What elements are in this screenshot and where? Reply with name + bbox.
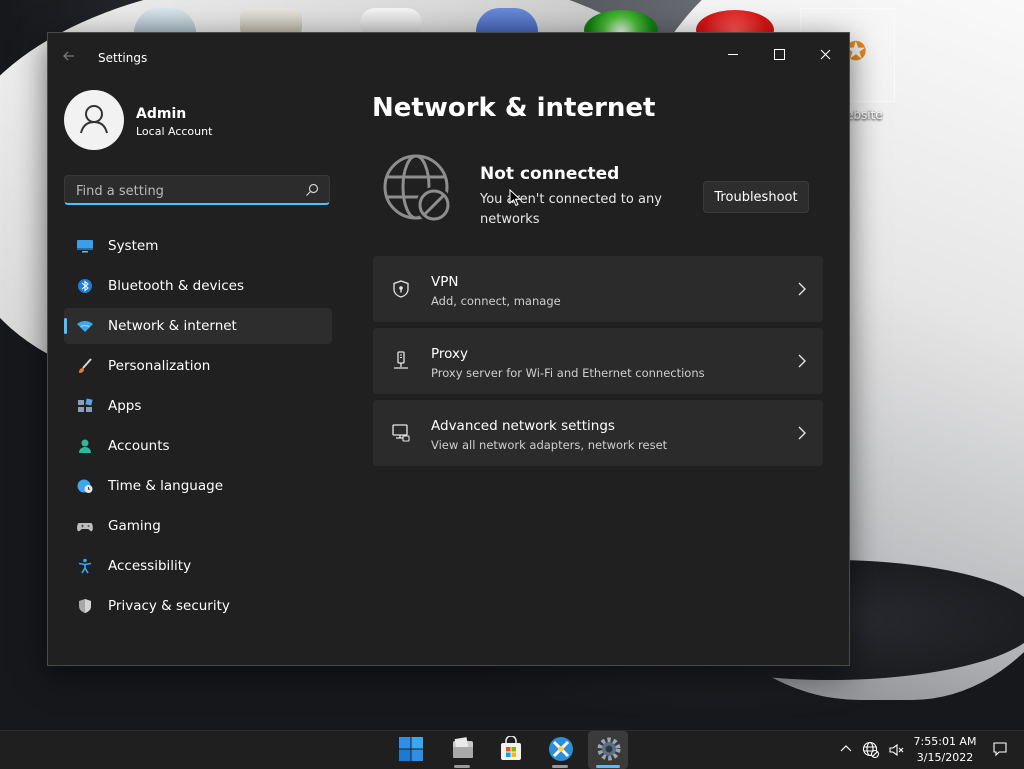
shield-icon bbox=[79, 599, 91, 613]
taskbar-file-explorer[interactable] bbox=[442, 731, 482, 769]
maximize-icon bbox=[773, 49, 785, 60]
wifi-icon bbox=[77, 321, 93, 332]
accessibility-icon bbox=[78, 558, 92, 574]
close-button[interactable] bbox=[802, 39, 848, 71]
speaker-muted-icon[interactable] bbox=[888, 742, 906, 758]
maximize-button[interactable] bbox=[756, 39, 802, 71]
sidebar-item-system[interactable]: System bbox=[64, 228, 332, 264]
back-button[interactable] bbox=[62, 49, 82, 65]
gear-icon bbox=[597, 737, 621, 761]
sidebar-item-label: Bluetooth & devices bbox=[108, 278, 245, 294]
search-box[interactable] bbox=[64, 175, 330, 205]
settings-window: Settings Admin Local Account Find a sett… bbox=[47, 32, 850, 666]
paintbrush-icon bbox=[79, 358, 92, 373]
globe-disconnected-icon bbox=[383, 154, 452, 223]
taskbar-app[interactable] bbox=[540, 731, 580, 769]
vpn-shield-icon bbox=[393, 280, 409, 298]
account-type: Local Account bbox=[136, 125, 213, 138]
globe-clock-icon bbox=[77, 479, 93, 493]
sidebar-item-label: Network & internet bbox=[108, 318, 237, 334]
chevron-up-icon[interactable] bbox=[840, 743, 852, 753]
sidebar-item-accounts[interactable]: Accounts bbox=[64, 428, 332, 464]
sidebar-item-label: Accounts bbox=[108, 438, 170, 454]
network-monitor-icon bbox=[392, 424, 410, 442]
card-title: Advanced network settings bbox=[431, 418, 615, 434]
sidebar-item-bluetooth[interactable]: Bluetooth & devices bbox=[64, 268, 332, 304]
sidebar-nav: System Bluetooth & devices Network & int… bbox=[64, 228, 332, 628]
card-subtitle: View all network adapters, network reset bbox=[431, 438, 668, 452]
advanced-network-settings-card[interactable]: Advanced network settings View all netwo… bbox=[373, 400, 823, 466]
settings-card-list: VPN Add, connect, manage Proxy Proxy ser… bbox=[373, 256, 823, 472]
start-button[interactable] bbox=[390, 731, 430, 769]
blue-x-app-icon bbox=[549, 737, 573, 761]
minimize-button[interactable] bbox=[710, 39, 756, 71]
mouse-cursor-icon bbox=[509, 189, 521, 207]
user-avatar-icon bbox=[80, 105, 108, 134]
sidebar-item-label: Accessibility bbox=[108, 558, 192, 574]
card-title: Proxy bbox=[431, 346, 468, 362]
file-explorer-icon bbox=[453, 737, 473, 758]
sidebar-item-label: System bbox=[108, 238, 159, 254]
card-title: VPN bbox=[431, 274, 459, 290]
store-bag-icon bbox=[501, 736, 521, 760]
desktop-shortcut-label: ebsite bbox=[846, 108, 883, 122]
sidebar-item-label: Personalization bbox=[108, 358, 211, 374]
window-title: Settings bbox=[98, 51, 148, 65]
bluetooth-icon bbox=[78, 279, 92, 293]
user-name: Admin bbox=[136, 106, 187, 122]
sidebar-item-label: Time & language bbox=[108, 478, 224, 494]
avatar[interactable] bbox=[64, 90, 124, 150]
troubleshoot-button[interactable]: Troubleshoot bbox=[703, 181, 809, 213]
taskbar-settings[interactable] bbox=[588, 731, 628, 769]
close-icon bbox=[820, 49, 830, 60]
network-globe-tray-icon[interactable] bbox=[862, 741, 880, 759]
monitor-icon bbox=[77, 240, 93, 253]
chevron-right-icon bbox=[798, 282, 806, 296]
connection-status-title: Not connected bbox=[480, 164, 620, 184]
search-icon[interactable] bbox=[305, 183, 319, 197]
sidebar-item-accessibility[interactable]: Accessibility bbox=[64, 548, 332, 584]
title-bar[interactable]: Settings bbox=[48, 33, 849, 81]
sidebar-item-gaming[interactable]: Gaming bbox=[64, 508, 332, 544]
taskbar-clock[interactable]: 7:55:01 AM 3/15/2022 bbox=[906, 734, 984, 766]
clock-date: 3/15/2022 bbox=[916, 751, 974, 764]
proxy-card[interactable]: Proxy Proxy server for Wi-Fi and Etherne… bbox=[373, 328, 823, 394]
sidebar-item-label: Gaming bbox=[108, 518, 161, 534]
windows-logo-icon bbox=[399, 737, 423, 761]
chevron-right-icon bbox=[798, 426, 806, 440]
person-icon bbox=[79, 439, 91, 453]
gamepad-icon bbox=[77, 523, 93, 532]
taskbar: 7:55:01 AM 3/15/2022 bbox=[0, 730, 1024, 769]
notification-icon[interactable] bbox=[992, 741, 1008, 757]
card-subtitle: Add, connect, manage bbox=[431, 294, 561, 308]
sidebar-item-privacy-security[interactable]: Privacy & security bbox=[64, 588, 332, 624]
sidebar-item-time-language[interactable]: Time & language bbox=[64, 468, 332, 504]
sidebar-item-label: Apps bbox=[108, 398, 142, 414]
minimize-icon bbox=[728, 54, 738, 55]
card-subtitle: Proxy server for Wi-Fi and Ethernet conn… bbox=[431, 366, 705, 380]
proxy-icon bbox=[394, 351, 408, 369]
sidebar-item-label: Privacy & security bbox=[108, 598, 230, 614]
chevron-right-icon bbox=[798, 354, 806, 368]
apps-icon bbox=[78, 398, 93, 412]
taskbar-microsoft-store[interactable] bbox=[490, 731, 530, 769]
sidebar-item-network[interactable]: Network & internet bbox=[64, 308, 332, 344]
vpn-card[interactable]: VPN Add, connect, manage bbox=[373, 256, 823, 322]
page-title: Network & internet bbox=[372, 93, 656, 123]
back-arrow-icon bbox=[63, 51, 74, 61]
clock-time: 7:55:01 AM bbox=[913, 735, 977, 748]
sidebar-item-apps[interactable]: Apps bbox=[64, 388, 332, 424]
search-input[interactable] bbox=[74, 181, 298, 201]
sidebar-item-personalization[interactable]: Personalization bbox=[64, 348, 332, 384]
